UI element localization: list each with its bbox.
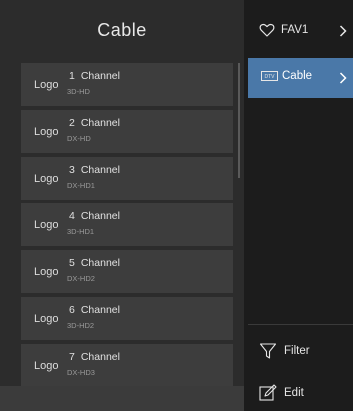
svg-text:DTV: DTV xyxy=(265,74,276,80)
channel-title: 1 Channel xyxy=(69,70,120,82)
fav-label: FAV1 xyxy=(281,24,309,36)
channel-item[interactable]: Logo 7 Channel DX-HD3 xyxy=(21,343,233,387)
divider xyxy=(248,324,353,325)
edit-label: Edit xyxy=(284,387,304,399)
filter-icon xyxy=(259,343,277,359)
channel-title: 3 Channel xyxy=(69,164,120,176)
edit-button[interactable]: Edit xyxy=(244,384,353,406)
heart-icon xyxy=(259,23,275,37)
page-title: Cable xyxy=(97,20,147,40)
channel-logo: Logo xyxy=(34,79,59,91)
channel-item[interactable]: Logo 3 Channel DX-HD1 xyxy=(21,156,233,200)
channel-item[interactable]: Logo 6 Channel 3D-HD2 xyxy=(21,296,233,340)
channel-name: Channel xyxy=(80,350,120,363)
source-label: Cable xyxy=(282,70,313,82)
channel-title: 2 Channel xyxy=(69,117,120,129)
channel-name: Channel xyxy=(80,303,120,316)
channel-name: Channel xyxy=(80,70,120,82)
channel-subtitle: DX-HD2 xyxy=(67,274,95,284)
channel-list: Logo 1 Channel 3D-HD Logo 2 Channel DX-HD … xyxy=(21,63,233,400)
channel-logo: Logo xyxy=(34,219,59,232)
channel-number: 5 xyxy=(69,257,75,270)
channel-number: 3 xyxy=(69,163,75,176)
channel-item[interactable]: Logo 1 Channel 3D-HD xyxy=(21,63,233,106)
channel-title: 4 Channel xyxy=(69,210,120,222)
fav-list-button[interactable]: FAV1 xyxy=(244,22,353,42)
channel-subtitle: DX-HD xyxy=(67,133,91,143)
filter-button[interactable]: Filter xyxy=(244,342,353,364)
channel-item[interactable]: Logo 2 Channel DX-HD xyxy=(21,109,233,153)
channel-title: 7 Channel xyxy=(69,351,120,363)
channel-logo: Logo xyxy=(34,125,59,138)
channel-item-partial[interactable] xyxy=(0,386,244,411)
channel-name: Channel xyxy=(80,210,120,223)
channel-number: 4 xyxy=(69,210,75,223)
channel-logo: Logo xyxy=(34,172,59,185)
channel-name: Channel xyxy=(80,163,120,176)
channel-subtitle: DX-HD1 xyxy=(67,180,95,190)
channel-subtitle: 3D-HD xyxy=(67,87,90,96)
channel-name: Channel xyxy=(80,116,120,129)
channel-subtitle: 3D-HD2 xyxy=(67,320,95,330)
filter-label: Filter xyxy=(284,345,310,357)
channel-logo: Logo xyxy=(34,312,59,325)
channel-list-panel: Cable Logo 1 Channel 3D-HD Logo 2 Channel … xyxy=(0,0,244,411)
channel-item[interactable]: Logo 4 Channel 3D-HD1 xyxy=(21,203,233,247)
channel-name: Channel xyxy=(80,257,120,270)
source-cable-button[interactable]: DTV Cable xyxy=(248,58,353,98)
channel-item[interactable]: Logo 5 Channel DX-HD2 xyxy=(21,250,233,294)
channel-logo: Logo xyxy=(34,266,59,279)
channel-number: 1 xyxy=(69,70,75,82)
channel-subtitle: 3D-HD1 xyxy=(67,227,95,237)
channel-number: 6 xyxy=(69,303,75,316)
channel-title: 5 Channel xyxy=(69,257,120,269)
chevron-right-icon xyxy=(339,72,347,84)
scrollbar[interactable] xyxy=(238,63,240,178)
channel-number: 2 xyxy=(69,116,75,129)
channel-subtitle: DX-HD3 xyxy=(67,367,95,377)
chevron-right-icon xyxy=(339,25,347,37)
dtv-icon: DTV xyxy=(261,71,278,81)
channel-title: 6 Channel xyxy=(69,304,120,316)
options-panel: FAV1 DTV Cable Filter Edit xyxy=(244,0,353,411)
edit-icon xyxy=(259,384,277,401)
channel-logo: Logo xyxy=(34,359,59,372)
channel-number: 7 xyxy=(69,350,75,363)
